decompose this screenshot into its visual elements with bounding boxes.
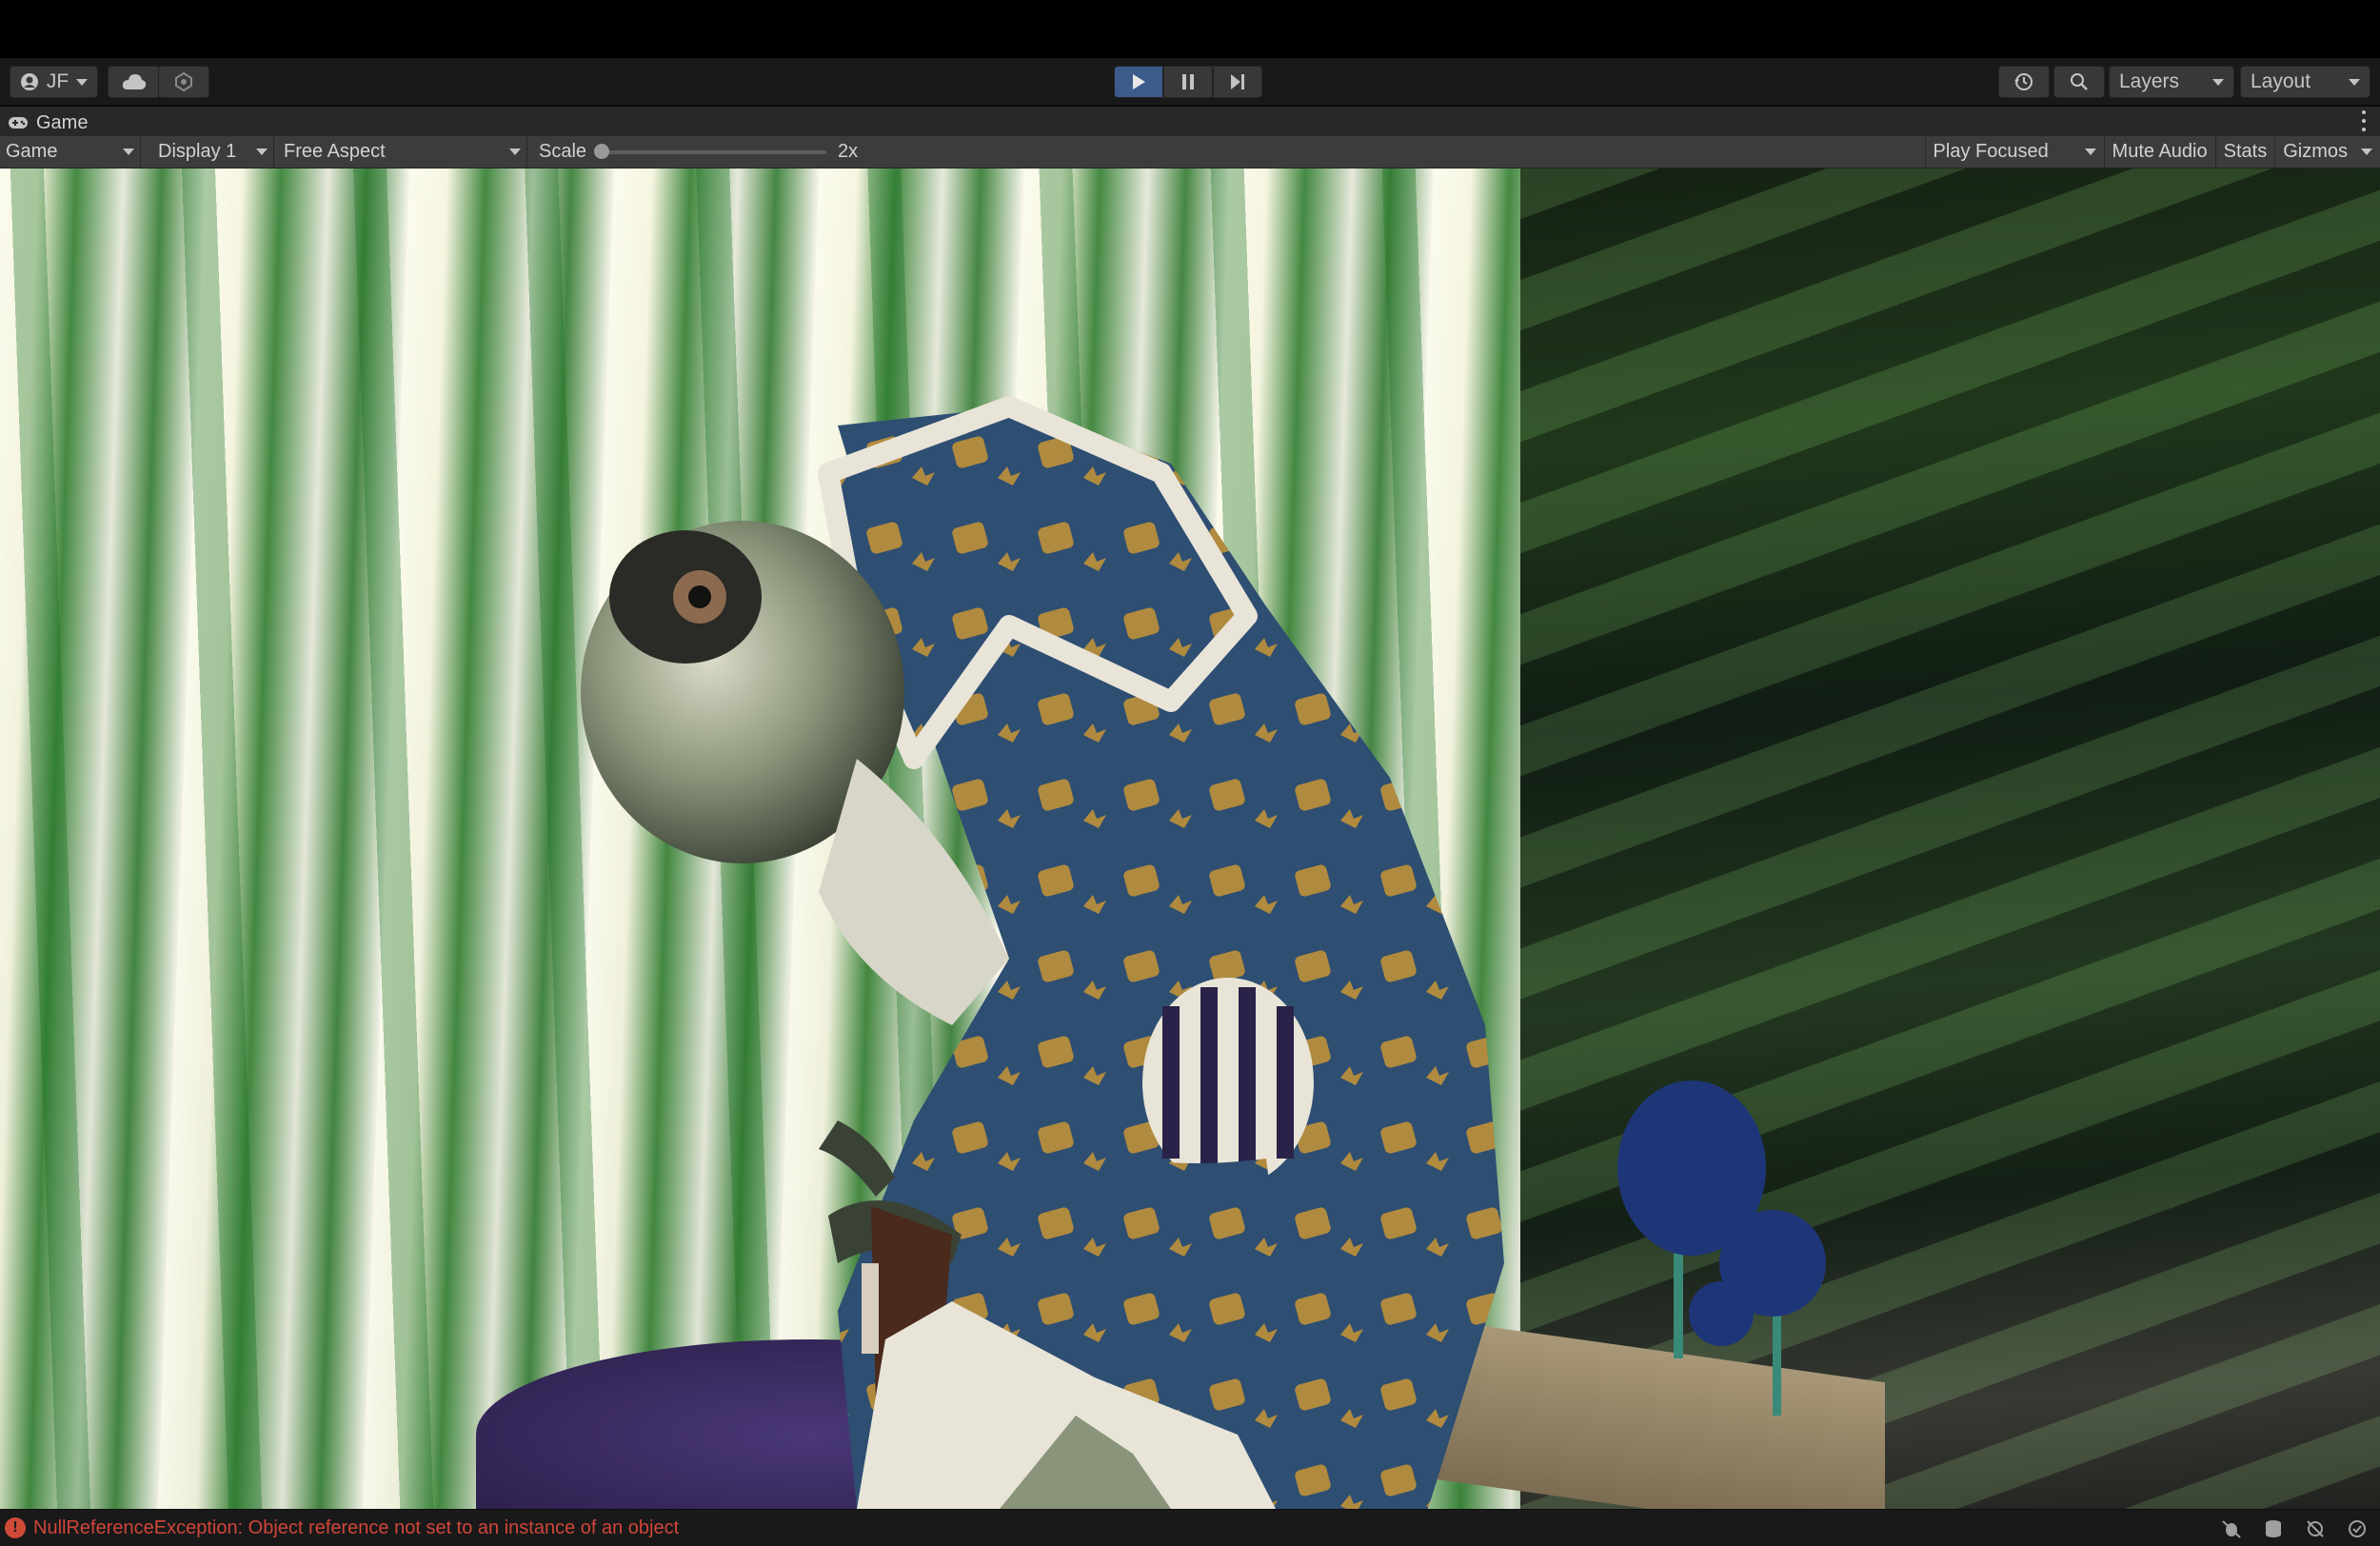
view-mode-label: Game (6, 141, 58, 162)
more-options-icon[interactable] (2361, 110, 2367, 131)
pause-icon (1182, 74, 1194, 89)
play-button[interactable] (1114, 66, 1163, 98)
account-label: JF (46, 70, 69, 92)
stats-label: Stats (2223, 141, 2268, 162)
undo-history-button[interactable] (1998, 66, 2050, 98)
check-circle-icon[interactable] (2346, 1517, 2369, 1540)
aspect-label: Free Aspect (284, 141, 386, 162)
mute-audio-toggle[interactable]: Mute Audio (2103, 136, 2215, 168)
scale-label: Scale (539, 141, 587, 162)
step-icon (1231, 74, 1244, 89)
gizmos-toggle[interactable]: Gizmos (2274, 136, 2380, 168)
auto-generate-lighting-icon[interactable] (2304, 1517, 2327, 1540)
scale-slider-handle[interactable] (594, 143, 610, 159)
chevron-down-icon (123, 149, 134, 155)
cloud-icon (122, 74, 147, 89)
display-label: Display 1 (158, 141, 237, 162)
search-button[interactable] (2053, 66, 2105, 98)
view-mode-dropdown[interactable]: Game (0, 136, 141, 168)
playmode-controls (1114, 66, 1262, 98)
error-icon: ! (5, 1517, 26, 1538)
cloud-button[interactable] (108, 66, 161, 98)
aspect-dropdown[interactable]: Free Aspect (276, 136, 527, 168)
layout-label: Layout (2251, 70, 2311, 92)
tab-title: Game (36, 111, 89, 133)
game-viewport[interactable] (0, 168, 2380, 1509)
scale-value: 2x (838, 141, 859, 162)
mute-audio-label: Mute Audio (2112, 141, 2208, 162)
chevron-down-icon (2084, 149, 2096, 155)
chevron-down-icon[interactable] (2361, 149, 2372, 155)
game-view-options: Play Focused Mute Audio Stats Gizmos (1924, 136, 2380, 168)
play-icon (1133, 74, 1145, 89)
chevron-down-icon (256, 149, 268, 155)
display-dropdown[interactable]: Display 1 (150, 136, 274, 168)
search-icon (2071, 73, 2088, 90)
main-toolbar: JF Layers Layout (0, 58, 2380, 106)
chevron-down-icon (2212, 78, 2224, 86)
scale-control: Scale 2x (539, 136, 858, 168)
layout-dropdown[interactable]: Layout (2240, 66, 2370, 98)
window-titlebar (0, 0, 2380, 58)
chevron-down-icon (2349, 78, 2360, 86)
user-icon (20, 73, 38, 90)
step-button[interactable] (1213, 66, 1262, 98)
gizmos-label: Gizmos (2283, 141, 2348, 162)
pause-button[interactable] (1163, 66, 1213, 98)
cache-server-icon[interactable] (2262, 1517, 2285, 1540)
collab-icon (175, 72, 192, 91)
debug-bug-icon[interactable] (2220, 1517, 2243, 1540)
frog-character (581, 396, 1826, 1509)
chevron-down-icon (76, 78, 89, 86)
chevron-down-icon (509, 149, 521, 155)
scale-slider[interactable] (594, 143, 827, 159)
tab-game[interactable]: Game (8, 109, 88, 137)
history-icon (2014, 73, 2033, 90)
collab-button[interactable] (158, 66, 209, 98)
console-status-bar[interactable]: ! NullReferenceException: Object referen… (0, 1509, 2380, 1546)
stats-toggle[interactable]: Stats (2214, 136, 2275, 168)
layers-label: Layers (2119, 70, 2180, 92)
gamepad-icon (9, 117, 28, 129)
game-view-toolbar: Game Display 1 Free Aspect Scale 2x Play… (0, 136, 2380, 168)
console-error-message[interactable]: NullReferenceException: Object reference… (33, 1517, 679, 1539)
status-bar-icons (2220, 1517, 2369, 1540)
game-tab-header: Game (0, 106, 2380, 136)
layers-dropdown[interactable]: Layers (2109, 66, 2234, 98)
play-focused-dropdown[interactable]: Play Focused (1924, 136, 2104, 168)
play-focused-label: Play Focused (1933, 141, 2049, 162)
account-dropdown[interactable]: JF (10, 66, 98, 98)
